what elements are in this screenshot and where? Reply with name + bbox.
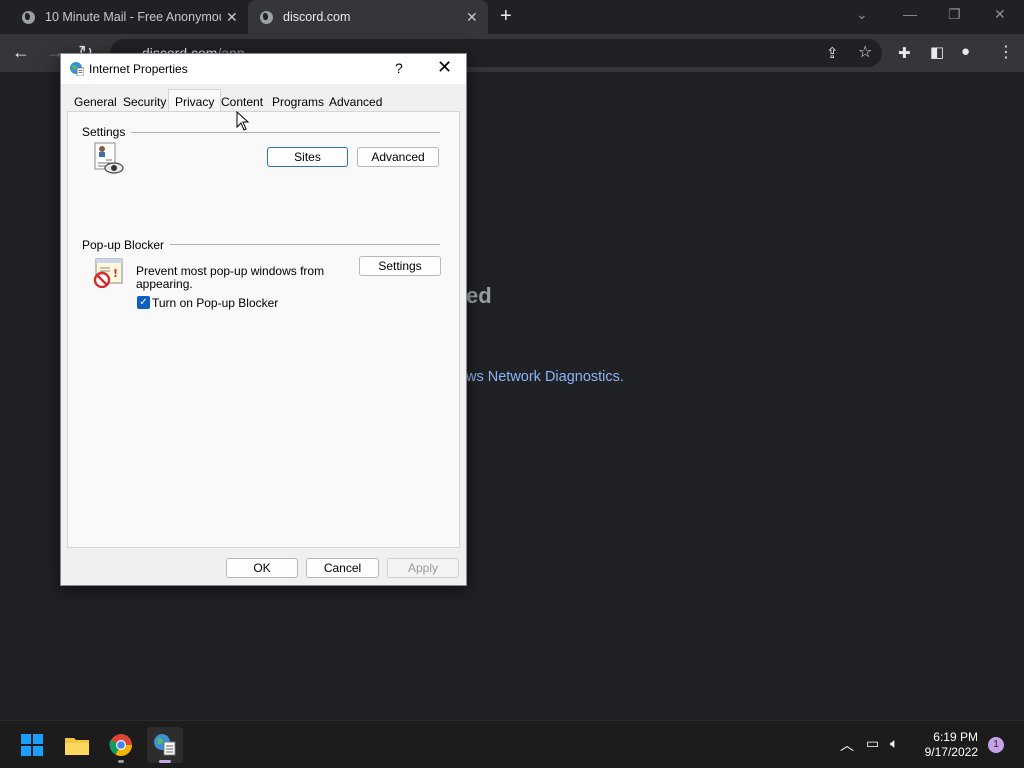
popup-group-label: Pop-up Blocker — [82, 238, 171, 252]
tab-title: discord.com — [283, 10, 351, 24]
internet-properties-icon — [70, 62, 84, 76]
tab-content[interactable]: Content — [221, 95, 263, 109]
internet-properties-taskbar-button[interactable] — [147, 727, 183, 763]
tab-advanced[interactable]: Advanced — [329, 95, 382, 109]
browser-tab-10minutemail[interactable]: 10 Minute Mail - Free Anonymous ✕ — [0, 0, 248, 34]
popup-blocker-icon: ! — [93, 258, 123, 288]
advanced-button[interactable]: Advanced — [357, 147, 439, 167]
popup-blocker-checkbox[interactable]: ✓ — [137, 296, 150, 309]
popup-settings-button[interactable]: Settings — [359, 256, 441, 276]
dialog-titlebar[interactable]: Internet Properties ? ✕ — [61, 54, 466, 84]
popup-description-line2: appearing. — [136, 277, 193, 291]
back-icon[interactable]: ← — [12, 42, 30, 63]
bookmark-star-icon[interactable]: ☆ — [858, 42, 872, 62]
network-diagnostics-link[interactable]: ws Network Diagnostics. — [466, 369, 624, 385]
tab-security[interactable]: Security — [123, 95, 166, 109]
clock-time: 6:19 PM — [933, 730, 978, 744]
privacy-tab-panel: Settings Sites Advanced Pop-up Blocker !… — [67, 111, 460, 548]
tab-general[interactable]: General — [74, 95, 117, 109]
globe-icon — [22, 10, 35, 24]
chrome-icon — [109, 734, 132, 756]
clock-date: 9/17/2022 — [924, 745, 978, 759]
network-icon[interactable]: ▭ — [866, 735, 879, 752]
globe-icon — [260, 10, 273, 24]
minimize-icon[interactable]: — — [903, 6, 917, 22]
windows-logo-icon — [21, 734, 43, 756]
settings-group-divider — [88, 132, 440, 133]
ok-button[interactable]: OK — [226, 558, 298, 578]
cancel-button[interactable]: Cancel — [306, 558, 379, 578]
notification-badge[interactable]: 1 — [988, 737, 1004, 753]
settings-group-label: Settings — [82, 125, 132, 139]
restore-icon[interactable]: ❐ — [948, 6, 961, 23]
file-explorer-button[interactable] — [59, 727, 95, 763]
privacy-document-eye-icon — [94, 142, 124, 174]
profile-icon[interactable]: ● — [961, 43, 970, 60]
folder-icon — [65, 738, 89, 755]
tab-privacy[interactable]: Privacy — [168, 89, 222, 112]
system-clock[interactable]: 6:19 PM 9/17/2022 — [908, 730, 978, 760]
running-indicator — [118, 760, 124, 763]
windows-taskbar: ︿ ▭ 🔈︎ 6:19 PM 9/17/2022 1 — [0, 720, 1024, 768]
internet-properties-dialog: Internet Properties ? ✕ General Security… — [60, 53, 467, 586]
browser-tab-discord[interactable]: discord.com ✕ — [248, 0, 488, 34]
browser-tabstrip: 10 Minute Mail - Free Anonymous ✕ discor… — [0, 0, 1024, 34]
tab-title: 10 Minute Mail - Free Anonymous — [45, 10, 221, 24]
volume-icon[interactable]: 🔈︎ — [890, 735, 898, 752]
window-close-icon[interactable]: ✕ — [994, 6, 1006, 23]
close-tab-icon[interactable]: ✕ — [466, 9, 478, 26]
internet-properties-icon — [154, 734, 176, 756]
show-hidden-icons-chevron-icon[interactable]: ︿ — [840, 735, 854, 755]
mouse-cursor-icon — [236, 111, 250, 131]
share-icon[interactable]: ⇪ — [826, 44, 839, 62]
tab-search-icon[interactable]: ⌄ — [856, 6, 868, 23]
dialog-title: Internet Properties — [89, 62, 188, 76]
tab-programs[interactable]: Programs — [272, 95, 324, 109]
sites-button[interactable]: Sites — [267, 147, 348, 167]
dialog-close-button[interactable]: ✕ — [437, 57, 452, 78]
active-indicator — [159, 760, 171, 763]
side-panel-icon[interactable]: ◧ — [930, 43, 944, 61]
popup-blocker-checkbox-label[interactable]: Turn on Pop-up Blocker — [152, 297, 278, 310]
new-tab-button[interactable]: + — [500, 5, 512, 28]
apply-button[interactable]: Apply — [387, 558, 459, 578]
menu-kebab-icon[interactable]: ⋮ — [998, 42, 1014, 62]
start-button[interactable] — [14, 727, 50, 763]
help-button[interactable]: ? — [395, 60, 403, 76]
chrome-taskbar-button[interactable] — [103, 727, 139, 763]
extensions-puzzle-icon[interactable]: ✚ — [898, 44, 911, 62]
page-heading: ed — [466, 283, 492, 308]
close-tab-icon[interactable]: ✕ — [226, 9, 238, 26]
svg-text:!: ! — [113, 267, 118, 280]
